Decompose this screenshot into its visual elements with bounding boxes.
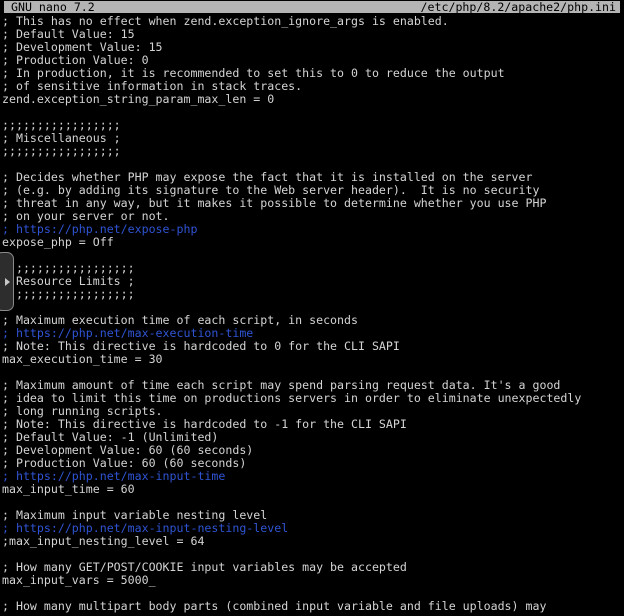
editor-line: max_input_vars = 5000_ <box>2 574 624 587</box>
open-file-path: /etc/php/8.2/apache2/php.ini <box>421 1 620 13</box>
text-cursor: _ <box>149 573 156 587</box>
editor-line: ; How many multipart body parts (combine… <box>2 600 624 613</box>
editor-buffer[interactable]: ; This has no effect when zend.exception… <box>2 15 624 616</box>
editor-line: zend.exception_string_param_max_len = 0 <box>2 93 624 106</box>
nano-titlebar: GNU nano 7.2 /etc/php/8.2/apache2/php.in… <box>4 1 620 13</box>
nano-version-label: GNU nano 7.2 <box>4 1 95 13</box>
chevron-right-icon <box>5 278 10 286</box>
terminal-window: GNU nano 7.2 /etc/php/8.2/apache2/php.in… <box>0 0 624 616</box>
editor-line: ;;;;;;;;;;;;;;;;;;; <box>2 288 624 301</box>
editor-line: ;max_input_nesting_level = 64 <box>2 535 624 548</box>
editor-line: ;;;;;;;;;;;;;;;;; <box>2 145 624 158</box>
editor-line: max_execution_time = 30 <box>2 353 624 366</box>
editor-line: expose_php = Off <box>2 236 624 249</box>
panel-handle[interactable] <box>0 252 14 311</box>
editor-line: max_input_time = 60 <box>2 483 624 496</box>
